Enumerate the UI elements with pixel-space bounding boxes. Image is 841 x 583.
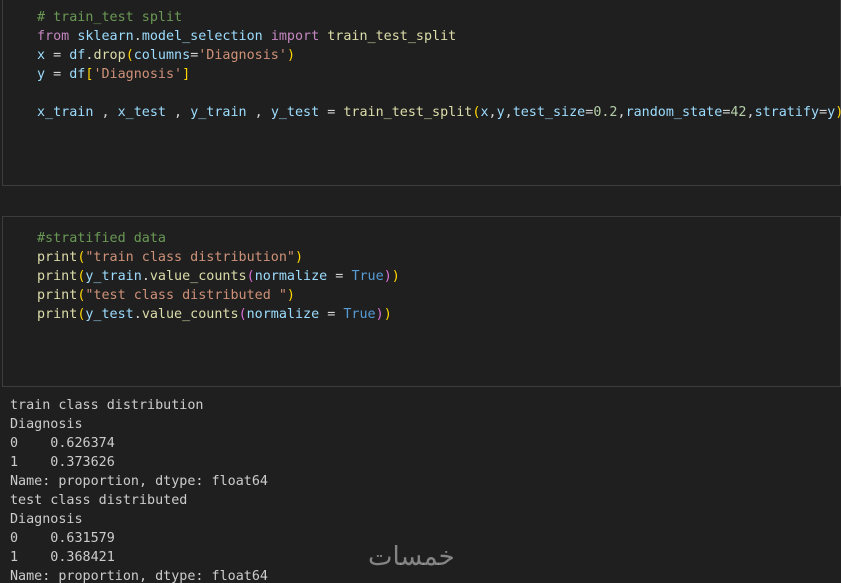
output-line: 0 0.631579 — [10, 531, 115, 546]
code-token: value_counts — [149, 269, 247, 284]
code-token: test_size — [512, 105, 586, 120]
code-editor[interactable]: #stratified data print("train class distr… — [37, 229, 400, 324]
code-token: y_train — [85, 269, 142, 284]
code-token: y_train — [190, 105, 247, 120]
watermark-logo: خمسات — [368, 542, 455, 572]
code-token: import — [270, 29, 320, 44]
output-line: Name: proportion, dtype: float64 — [10, 569, 268, 583]
output-line: Diagnosis — [10, 417, 83, 432]
code-token: , — [617, 105, 626, 120]
code-token: normalize — [254, 269, 328, 284]
code-token: = — [319, 307, 344, 322]
output-line: 1 0.373626 — [10, 455, 115, 470]
code-token: , — [746, 105, 755, 120]
output-line: test class distributed — [10, 493, 188, 508]
code-line: print(y_train.value_counts(normalize = T… — [37, 267, 400, 286]
code-token: value_counts — [141, 307, 239, 322]
code-token: ) — [286, 48, 295, 63]
output-line: 1 0.368421 — [10, 550, 115, 565]
code-token: #stratified data — [37, 231, 166, 246]
code-token: x — [37, 48, 46, 63]
code-token: ) — [294, 250, 304, 265]
code-token: = — [45, 67, 70, 82]
code-token: . — [141, 269, 150, 284]
code-token: = — [327, 269, 352, 284]
code-token: random_state — [625, 105, 723, 120]
code-token: , — [166, 105, 191, 120]
code-token: drop — [93, 48, 126, 63]
code-token: , — [488, 105, 497, 120]
code-token: from — [37, 29, 70, 44]
code-token: y — [496, 105, 505, 120]
code-token: 'Diagnosis' — [93, 67, 183, 82]
code-token: print — [37, 250, 78, 265]
code-line: x_train , x_test , y_train , y_test = tr… — [37, 103, 841, 122]
code-line: y = df['Diagnosis'] — [37, 65, 841, 84]
code-token: print — [37, 269, 78, 284]
code-line: print("train class distribution") — [37, 248, 400, 267]
code-token: ) — [286, 288, 295, 303]
code-line: #stratified data — [37, 229, 400, 248]
code-token: y_test — [270, 105, 320, 120]
code-token: # train_test split — [37, 10, 183, 25]
output-text: train class distribution Diagnosis 0 0.626… — [10, 396, 268, 583]
code-token: df — [69, 67, 86, 82]
code-token: normalize — [246, 307, 320, 322]
code-line: print(y_test.value_counts(normalize = Tr… — [37, 305, 400, 324]
code-token: ) — [391, 269, 400, 284]
code-token: True — [351, 269, 384, 284]
code-cell-train-test-split[interactable]: # train_test split from sklearn.model_sel… — [2, 0, 841, 186]
code-token: ] — [182, 67, 191, 82]
code-token: ) — [383, 269, 392, 284]
code-token: True — [343, 307, 376, 322]
output-line: train class distribution — [10, 398, 204, 413]
code-token: x_train — [37, 105, 94, 120]
code-token: train_test_split — [327, 29, 457, 44]
code-token: columns — [133, 48, 191, 63]
code-token: . — [133, 29, 142, 44]
code-line: print("test class distributed ") — [37, 286, 400, 305]
code-token: , — [504, 105, 513, 120]
code-token: ( — [125, 48, 134, 63]
code-token: stratify — [754, 105, 820, 120]
output-line: 0 0.626374 — [10, 436, 115, 451]
code-token: train_test_split — [343, 105, 473, 120]
code-token: = — [319, 105, 344, 120]
code-line: # train_test split — [37, 8, 841, 27]
output-line: Diagnosis — [10, 512, 83, 527]
code-token: 42 — [730, 105, 747, 120]
code-token: df — [69, 48, 86, 63]
code-token: ) — [835, 105, 841, 120]
code-token: 'Diagnosis' — [198, 48, 287, 63]
code-token: x_test — [117, 105, 166, 120]
code-token: print — [37, 288, 78, 303]
code-token: "train class distribution" — [85, 250, 295, 265]
code-token: ) — [383, 307, 392, 322]
code-token: = — [819, 105, 828, 120]
code-token: . — [133, 307, 142, 322]
code-token: ( — [246, 269, 255, 284]
code-token: 0.2 — [593, 105, 618, 120]
code-token: model_selection — [141, 29, 263, 44]
code-token: ) — [375, 307, 384, 322]
code-token: "test class distributed " — [85, 288, 287, 303]
code-cell-stratified-data[interactable]: #stratified data print("train class distr… — [2, 216, 841, 387]
code-token: x — [480, 105, 489, 120]
code-line: x = df.drop(columns='Diagnosis') — [37, 46, 841, 65]
code-token: y_test — [85, 307, 134, 322]
code-line: from sklearn.model_selection import trai… — [37, 27, 841, 46]
code-token: print — [37, 307, 78, 322]
code-token: = — [45, 48, 70, 63]
code-editor[interactable]: # train_test split from sklearn.model_sel… — [37, 8, 841, 122]
code-token: y — [37, 67, 46, 82]
code-token: , — [93, 105, 118, 120]
code-token: , — [246, 105, 271, 120]
output-line: Name: proportion, dtype: float64 — [10, 474, 268, 489]
code-token: y — [827, 105, 836, 120]
code-token: ( — [238, 307, 247, 322]
code-token: sklearn — [77, 29, 134, 44]
